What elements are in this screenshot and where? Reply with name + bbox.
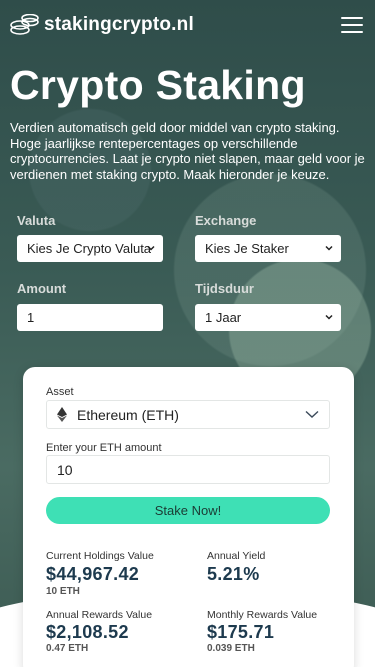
holdings-sub: 10 ETH	[46, 586, 80, 597]
amount-input[interactable]: 1	[17, 304, 163, 331]
valuta-select[interactable]: Kies Je Crypto Valuta	[17, 235, 163, 262]
staking-calculator-card: Asset Ethereum (ETH) Enter your ETH amou…	[23, 367, 354, 667]
annual-yield-label: Annual Yield	[207, 550, 266, 562]
eth-amount-input[interactable]: 10	[46, 455, 330, 484]
monthly-rewards-sub: 0.039 ETH	[207, 643, 255, 654]
logo[interactable]: stakingcrypto.nl	[10, 13, 194, 36]
chevron-down-icon	[305, 410, 319, 418]
page-title: Crypto Staking	[10, 62, 306, 108]
exchange-select-value: Kies Je Staker	[205, 241, 289, 256]
site-header: stakingcrypto.nl	[0, 0, 375, 50]
asset-select-value: Ethereum (ETH)	[77, 406, 179, 423]
asset-select[interactable]: Ethereum (ETH)	[46, 400, 330, 429]
ethereum-icon	[57, 407, 67, 422]
annual-rewards-sub: 0.47 ETH	[46, 643, 89, 654]
hamburger-menu-icon[interactable]	[341, 17, 363, 33]
chevron-down-icon	[147, 245, 155, 251]
eth-amount-value: 10	[57, 461, 73, 478]
annual-rewards-value: $2,108.52	[46, 622, 129, 642]
monthly-rewards-value: $175.71	[207, 622, 275, 642]
monthly-rewards-label: Monthly Rewards Value	[207, 609, 318, 621]
amount-input-value: 1	[27, 310, 35, 325]
chevron-down-icon	[325, 245, 333, 251]
asset-label: Asset	[46, 386, 74, 398]
exchange-label: Exchange	[195, 213, 257, 228]
amount-label: Amount	[17, 281, 67, 296]
holdings-label: Current Holdings Value	[46, 550, 154, 562]
chevron-down-icon	[325, 314, 333, 320]
valuta-label: Valuta	[17, 213, 56, 228]
coin-stack-icon	[10, 13, 40, 36]
valuta-select-value: Kies Je Crypto Valuta	[27, 241, 152, 256]
tijdsduur-select-value: 1 Jaar	[205, 310, 242, 325]
annual-rewards-label: Annual Rewards Value	[46, 609, 153, 621]
exchange-select[interactable]: Kies Je Staker	[195, 235, 341, 262]
holdings-value: $44,967.42	[46, 564, 140, 584]
tijdsduur-label: Tijdsduur	[195, 281, 254, 296]
eth-amount-label: Enter your ETH amount	[46, 442, 162, 454]
annual-yield-value: 5.21%	[207, 564, 260, 584]
logo-text: stakingcrypto.nl	[44, 14, 194, 35]
intro-text: Verdien automatisch geld door middel van…	[10, 120, 365, 182]
stake-now-button[interactable]: Stake Now!	[46, 497, 330, 524]
tijdsduur-select[interactable]: 1 Jaar	[195, 304, 341, 331]
